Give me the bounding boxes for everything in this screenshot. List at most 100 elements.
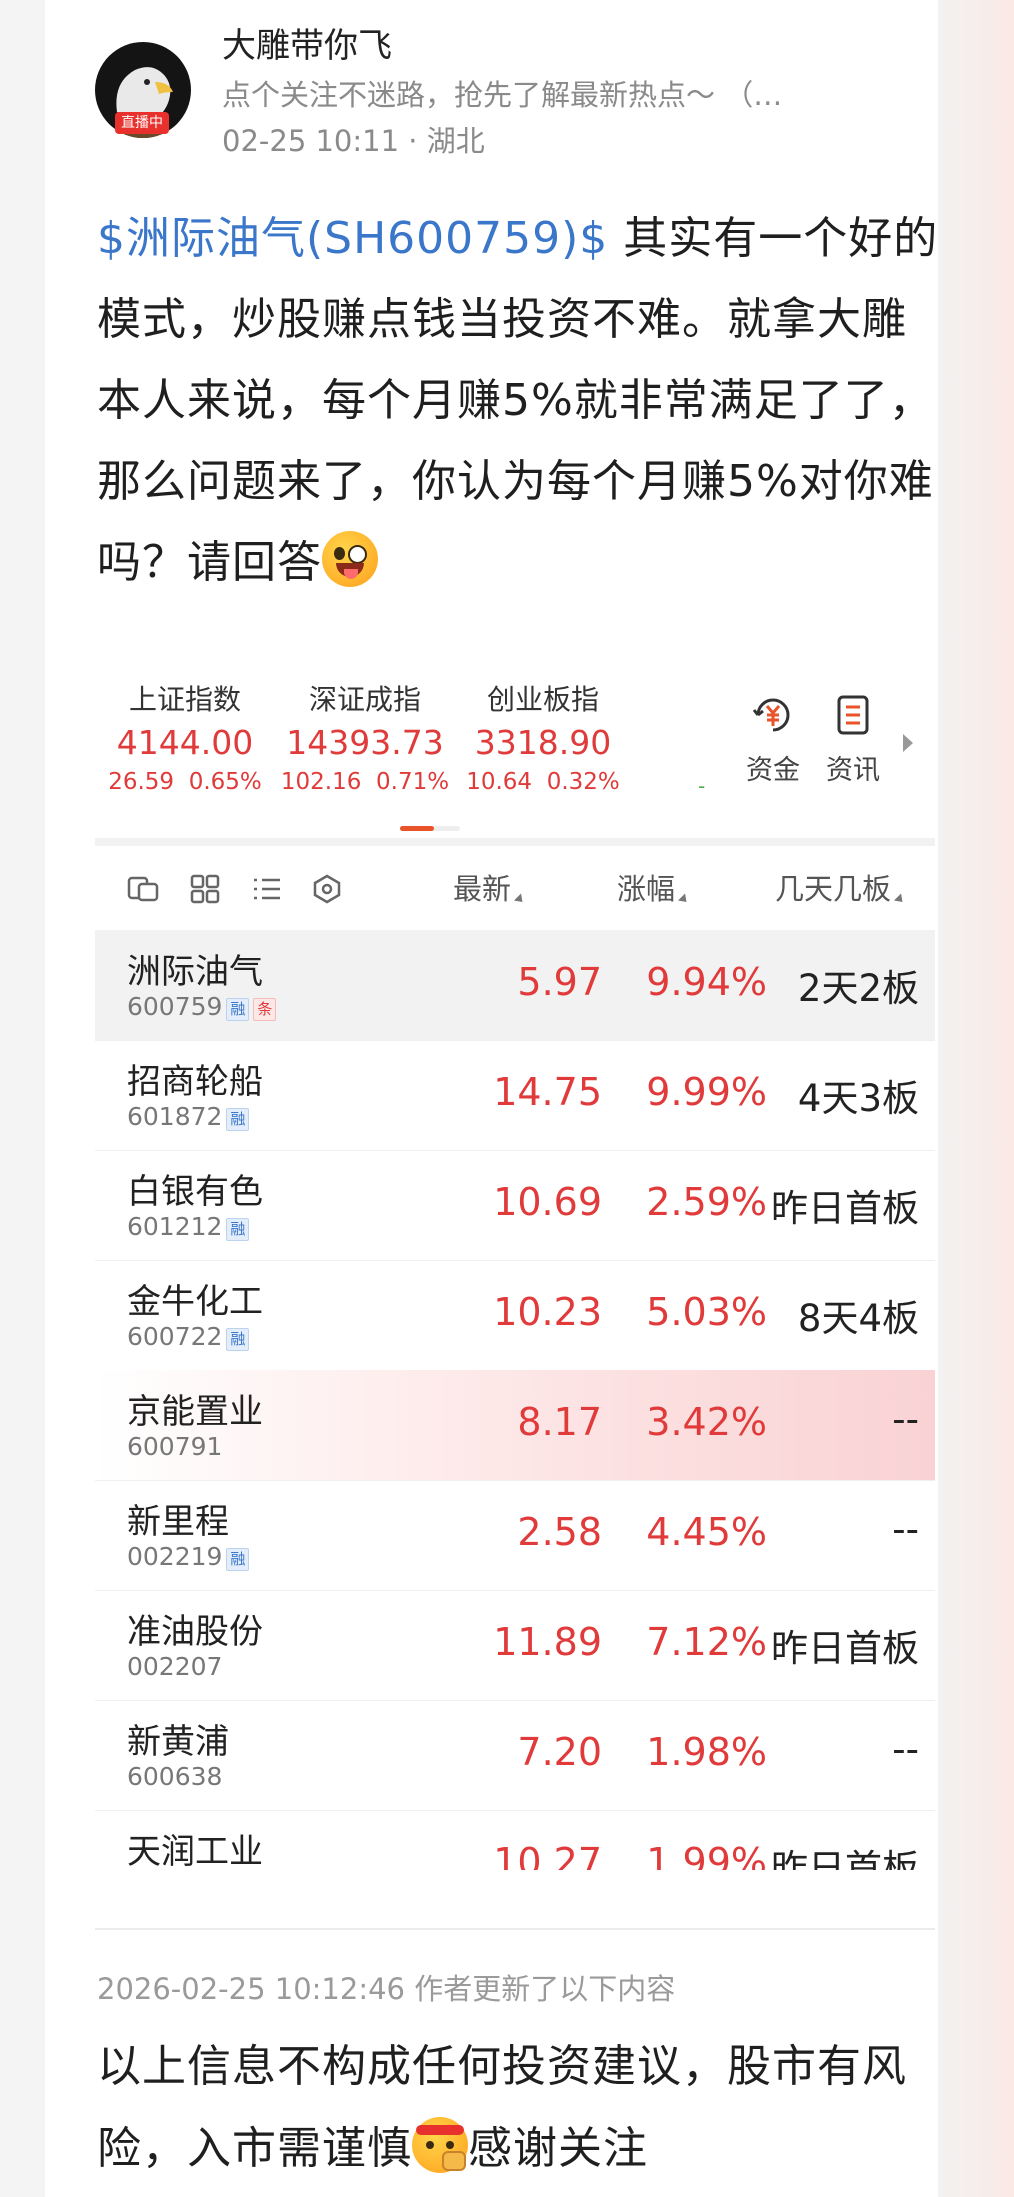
- sort-icon: [678, 893, 691, 906]
- stock-boards: --: [892, 1728, 919, 1771]
- index-sh[interactable]: 上证指数 4144.00 26.59 0.65%: [95, 682, 275, 798]
- stock-code: 002219: [127, 1542, 223, 1571]
- stock-price: 2.58: [517, 1510, 602, 1554]
- stock-price: 10.27: [493, 1840, 602, 1870]
- stock-boards: 昨日首板: [771, 1627, 919, 1670]
- index-sz[interactable]: 深证成指 14393.73 102.16 0.71%: [275, 682, 455, 798]
- stock-change: 1.99%: [646, 1840, 767, 1870]
- index-cy[interactable]: 创业板指 3318.90 10.64 0.32%: [453, 682, 633, 798]
- table-header: 最新 涨幅 几天几板: [95, 846, 935, 930]
- bulletin-tag: 条: [253, 998, 277, 1021]
- table-row[interactable]: 京能置业 600791 8.17 3.42% --: [95, 1370, 935, 1481]
- stock-code-line: 600791: [127, 1432, 222, 1461]
- table-row[interactable]: 准油股份 002207 11.89 7.12% 昨日首板: [95, 1590, 935, 1701]
- stock-code-line: 002219 融: [127, 1542, 250, 1571]
- stock-price: 10.23: [493, 1290, 602, 1334]
- index-change: 26.59 0.65%: [108, 769, 262, 795]
- stock-boards: 2天2板: [797, 967, 919, 1010]
- index-name: 创业板指: [486, 683, 599, 716]
- stock-code: 600638: [127, 1762, 223, 1791]
- stock-code-line: 601872 融: [127, 1102, 250, 1131]
- page-background: [934, 0, 1014, 2197]
- meta-separator: ·: [408, 124, 427, 158]
- stock-change: 9.94%: [646, 960, 767, 1004]
- stock-code: 002207: [127, 1652, 223, 1681]
- stock-change: 5.03%: [646, 1290, 767, 1334]
- stock-boards: --: [892, 1398, 919, 1441]
- stock-name: 京能置业: [127, 1392, 263, 1432]
- table-row[interactable]: 白银有色 601212 融 10.69 2.59% 昨日首板: [95, 1150, 935, 1261]
- index-change: 102.16 0.71%: [280, 769, 450, 795]
- divider: [95, 838, 935, 846]
- stock-code: 601212: [127, 1212, 223, 1241]
- card-view-icon[interactable]: [127, 874, 159, 904]
- stock-name: 白银有色: [127, 1172, 263, 1212]
- list-view-icon[interactable]: [251, 874, 283, 904]
- stock-price: 10.69: [493, 1180, 602, 1224]
- stock-price: 14.75: [493, 1070, 602, 1114]
- capital-label: 资金: [746, 755, 800, 786]
- chevron-right-icon[interactable]: [903, 734, 913, 752]
- divider: [95, 1928, 935, 1930]
- stock-price: 7.20: [517, 1730, 602, 1774]
- stock-change: 3.42%: [646, 1400, 767, 1444]
- stock-code: 600759: [127, 992, 223, 1021]
- table-row[interactable]: 天润工业 10.27 1.99% 昨日首板: [95, 1810, 935, 1870]
- settings-icon[interactable]: [311, 874, 343, 904]
- stock-table: 洲际油气 600759 融条 5.97 9.94% 2天2板 招商轮船 60187…: [95, 930, 935, 1870]
- stock-code: 600791: [127, 1432, 223, 1461]
- scroll-indicator: [400, 826, 460, 831]
- index-change: 10.64 0.32%: [466, 769, 620, 795]
- post-body-text: 其实有一个好的模式，炒股赚点钱当投资不难。就拿大雕本人来说，每个月赚5%就非常满…: [97, 213, 939, 588]
- stock-code-line: 600638: [127, 1762, 222, 1791]
- index-value: 3318.90: [474, 723, 612, 762]
- index-value: 4144.00: [116, 723, 254, 762]
- stock-code-line: 601212 融: [127, 1212, 250, 1241]
- stock-change: 1.98%: [646, 1730, 767, 1774]
- determined-face-icon: [412, 2117, 468, 2173]
- stock-boards: 昨日首板: [771, 1187, 919, 1230]
- post-time: 02-25 10:11: [222, 124, 400, 158]
- stock-code-line: 600759 融条: [127, 992, 277, 1021]
- stock-link[interactable]: $洲际油气(SH600759)$: [97, 213, 608, 264]
- index-extra: -: [698, 774, 706, 798]
- stock-code-line: 002207: [127, 1652, 222, 1681]
- post-meta: 02-25 10:11 · 湖北: [222, 118, 485, 160]
- yuan-circle-icon: [752, 698, 790, 732]
- sort-icon: [894, 893, 907, 906]
- grid-view-icon[interactable]: [189, 874, 221, 904]
- stock-change: 4.45%: [646, 1510, 767, 1554]
- sort-latest[interactable]: 最新: [453, 866, 527, 908]
- stock-name: 天润工业: [127, 1832, 263, 1870]
- stock-boards: 8天4板: [797, 1297, 919, 1340]
- sort-boards[interactable]: 几天几板: [775, 866, 907, 908]
- stock-code-line: 600722 融: [127, 1322, 250, 1351]
- post-location: 湖北: [426, 124, 485, 158]
- index-name: 深证成指: [308, 683, 421, 716]
- margin-tag: 融: [226, 1548, 250, 1571]
- sort-change[interactable]: 涨幅: [617, 866, 691, 908]
- news-button[interactable]: 资讯: [813, 692, 893, 787]
- author-tagline: 点个关注不迷路，抢先了解最新热点～ （…: [222, 78, 783, 112]
- winking-face-with-tongue-icon: [322, 531, 378, 587]
- table-row[interactable]: 新里程 002219 融 2.58 4.45% --: [95, 1480, 935, 1591]
- stock-code: 601872: [127, 1102, 223, 1131]
- stock-name: 金牛化工: [127, 1282, 263, 1322]
- stock-change: 9.99%: [646, 1070, 767, 1114]
- margin-tag: 融: [226, 1218, 250, 1241]
- table-row[interactable]: 金牛化工 600722 融 10.23 5.03% 8天4板: [95, 1260, 935, 1371]
- update-body: 以上信息不构成任何投资建议，股市有风险，入市需谨慎 感谢关注: [97, 2026, 939, 2190]
- table-row[interactable]: 洲际油气 600759 融条 5.97 9.94% 2天2板: [95, 930, 935, 1041]
- table-row[interactable]: 新黄浦 600638 7.20 1.98% --: [95, 1700, 935, 1811]
- margin-tag: 融: [226, 998, 250, 1021]
- stock-change: 2.59%: [646, 1180, 767, 1224]
- stock-name: 新黄浦: [127, 1722, 229, 1762]
- live-badge: 直播中: [115, 112, 169, 134]
- thanks-text: 感谢关注: [468, 2123, 648, 2174]
- capital-button[interactable]: 资金: [733, 692, 813, 787]
- table-row[interactable]: 招商轮船 601872 融 14.75 9.99% 4天3板: [95, 1040, 935, 1151]
- stock-name: 新里程: [127, 1502, 229, 1542]
- index-value: 14393.73: [286, 723, 444, 762]
- author-name[interactable]: 大雕带你飞: [222, 18, 392, 67]
- update-timestamp: 2026-02-25 10:12:46 作者更新了以下内容: [97, 1972, 676, 2006]
